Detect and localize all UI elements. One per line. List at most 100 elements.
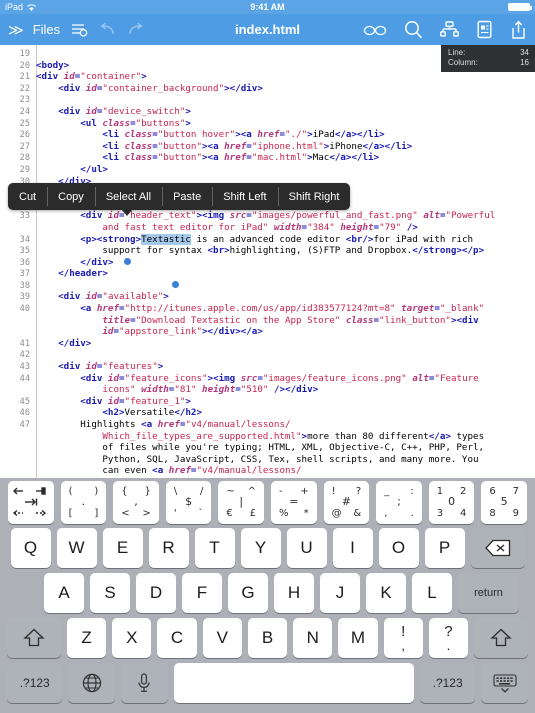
key-h[interactable]: H — [274, 573, 314, 613]
key-c[interactable]: C — [157, 618, 197, 658]
code-token: <div — [36, 71, 64, 83]
keyboard-row-space: .?123 .?123 — [2, 663, 533, 705]
key-a[interactable]: A — [44, 573, 84, 613]
key-punct-question-period[interactable]: ?. — [428, 618, 469, 658]
digits-0-4-key[interactable]: 1 203 4 — [428, 481, 475, 524]
key-d[interactable]: D — [136, 573, 176, 613]
context-menu-item-shift-right[interactable]: Shift Right — [277, 183, 351, 210]
parens-brackets-key[interactable]: (). [] — [60, 481, 107, 524]
ftp-connections-icon[interactable] — [440, 21, 459, 38]
code-line: 39 <div id="available"> — [0, 291, 535, 303]
punct-symbols-key[interactable]: !? # @ & — [323, 481, 370, 524]
digits-5-9-key[interactable]: 6 758 9 — [481, 481, 527, 524]
hide-keyboard-icon[interactable] — [481, 663, 529, 703]
context-menu-item-shift-left[interactable]: Shift Left — [212, 183, 277, 210]
key-j[interactable]: J — [320, 573, 360, 613]
selection-handle-end[interactable] — [172, 281, 179, 288]
key-u[interactable]: U — [286, 528, 327, 568]
code-token: "Powerful — [445, 210, 496, 222]
expand-sidebar-icon[interactable]: ≫ — [8, 21, 24, 39]
key-b[interactable]: B — [247, 618, 288, 658]
context-menu-item-copy[interactable]: Copy — [47, 183, 95, 210]
key-i[interactable]: I — [332, 528, 373, 568]
key-g[interactable]: G — [228, 573, 268, 613]
file-info-icon[interactable] — [476, 20, 493, 39]
code-line: 37 </header> — [0, 268, 535, 280]
key-k[interactable]: K — [366, 573, 406, 613]
code-token: "feature_icons" — [124, 372, 208, 384]
glasses-preview-icon[interactable] — [363, 23, 387, 37]
microphone-dictation-icon[interactable] — [121, 663, 168, 703]
key-o[interactable]: O — [378, 528, 419, 568]
code-token: support for syntax — [36, 245, 202, 257]
context-menu-item-cut[interactable]: Cut — [8, 183, 47, 210]
key-hint-bottom-right: ] — [94, 508, 99, 519]
redo-arrow-icon[interactable] — [127, 22, 144, 37]
undo-arrow-icon[interactable] — [99, 22, 116, 37]
code-token: id — [63, 71, 75, 83]
key-punct-exclamation-comma[interactable]: !, — [383, 618, 423, 658]
code-token: </ul> — [36, 163, 108, 175]
shift-key-right[interactable] — [474, 618, 529, 658]
return-key[interactable]: return — [458, 573, 519, 613]
key-q[interactable]: Q — [10, 528, 51, 568]
line-number: 24 — [19, 106, 30, 117]
key-hint-top-left: 1 — [436, 486, 444, 497]
line-number: 40 — [19, 304, 30, 315]
context-menu-item-select-all[interactable]: Select All — [94, 183, 162, 210]
key-w[interactable]: W — [56, 528, 97, 568]
numbers-key-left[interactable]: .?123 — [7, 663, 63, 703]
share-export-icon[interactable] — [510, 20, 527, 40]
document-outline-icon[interactable] — [71, 22, 88, 37]
key-t[interactable]: T — [194, 528, 235, 568]
code-token: <br> — [207, 245, 230, 257]
selection-handle-start[interactable] — [124, 258, 131, 265]
key-m[interactable]: M — [338, 618, 378, 658]
code-line: of files while you're typing; HTML, XML,… — [0, 442, 535, 454]
search-magnifier-icon[interactable] — [404, 20, 423, 39]
code-editor[interactable]: 19 20 <body> 21 <div id="container"> 22 <div … — [0, 45, 535, 478]
key-p[interactable]: P — [424, 528, 465, 568]
files-button[interactable]: Files — [33, 22, 60, 37]
key-n[interactable]: N — [293, 618, 333, 658]
key-s[interactable]: S — [90, 573, 130, 613]
key-l[interactable]: L — [412, 573, 452, 613]
code-text-area[interactable]: 19 20 <body> 21 <div id="container"> 22 <div … — [0, 45, 535, 478]
code-line-content — [30, 280, 36, 291]
on-screen-keyboard: (). [] {}, < > \ / $ ' ` ~ ^ | € £ - + =% *!? # @ & _:;,. 1 2 0 3 4… — [0, 478, 535, 713]
code-token: class — [124, 152, 153, 164]
code-token: <div — [36, 82, 86, 94]
delete-backspace-icon[interactable] — [470, 528, 525, 568]
currency-key[interactable]: ~ ^ | € £ — [218, 481, 264, 524]
keyboard-row-bottom-letters: Z X C V B N M!,?. — [2, 618, 533, 663]
code-token: </div> — [36, 256, 114, 268]
column-label: Column: — [448, 58, 478, 67]
slash-dollar-key[interactable]: \ / $ ' ` — [165, 481, 212, 524]
numbers-key-right[interactable]: .?123 — [419, 663, 476, 703]
code-token: more than 80 different — [307, 430, 429, 442]
key-x[interactable]: X — [112, 618, 152, 658]
shift-key-left[interactable] — [7, 618, 61, 658]
code-token: of files while you're typing; HTML, XML,… — [36, 442, 485, 454]
tab-indent-key[interactable] — [8, 481, 54, 524]
key-z[interactable]: Z — [66, 618, 107, 658]
key-e[interactable]: E — [102, 528, 143, 568]
keyboard-row-home: A S D F G H J K Lreturn — [2, 573, 533, 618]
key-f[interactable]: F — [182, 573, 222, 613]
separators-key[interactable]: _:;,. — [376, 481, 422, 524]
math-symbols-key[interactable]: - + =% * — [271, 481, 317, 524]
key-r[interactable]: R — [148, 528, 189, 568]
code-token: /></div> — [268, 384, 319, 396]
globe-language-icon[interactable] — [68, 663, 116, 703]
braces-angles-key[interactable]: {}, < > — [113, 481, 159, 524]
key-hint-top-right: ) — [94, 486, 99, 497]
code-token: "button hover" — [157, 129, 236, 141]
context-menu-item-paste[interactable]: Paste — [162, 183, 212, 210]
space-key[interactable] — [173, 663, 414, 703]
key-y[interactable]: Y — [240, 528, 281, 568]
key-hint-top-right: ^ — [247, 486, 256, 497]
code-line-content: </header> — [30, 268, 108, 279]
key-hint-top-left: 6 — [489, 486, 496, 497]
key-v[interactable]: V — [202, 618, 242, 658]
